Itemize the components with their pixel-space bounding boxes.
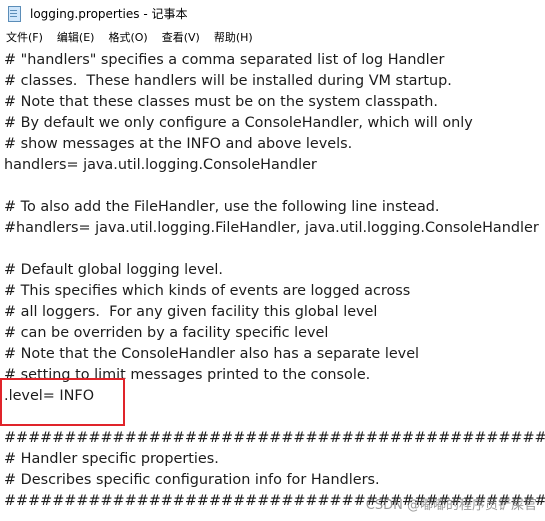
text-line: # "handlers" specifies a comma separated…	[4, 52, 445, 68]
menu-bar: 文件(F) 编辑(E) 格式(O) 查看(V) 帮助(H)	[0, 26, 545, 49]
text-line: # can be overriden by a facility specifi…	[4, 325, 329, 341]
watermark: CSDN @嘟嘟的程序员铲屎官	[365, 498, 537, 513]
text-line: # Handler specific properties.	[4, 451, 219, 467]
text-editor[interactable]: # "handlers" specifies a comma separated…	[0, 48, 545, 521]
text-line: # Describes specific configuration info …	[4, 472, 380, 488]
text-line: ########################################…	[4, 430, 545, 446]
text-line: # This specifies which kinds of events a…	[4, 283, 411, 299]
window-title: logging.properties - 记事本	[30, 6, 188, 21]
menu-file[interactable]: 文件(F)	[6, 29, 43, 45]
text-line: # Note that the ConsoleHandler also has …	[4, 346, 420, 362]
text-line: # setting to limit messages printed to t…	[4, 367, 371, 383]
text-line: # show messages at the INFO and above le…	[4, 136, 353, 152]
text-line: handlers= java.util.logging.ConsoleHandl…	[4, 157, 317, 173]
text-line: # By default we only configure a Console…	[4, 115, 473, 131]
menu-edit[interactable]: 编辑(E)	[57, 29, 95, 45]
menu-format[interactable]: 格式(O)	[108, 29, 147, 45]
text-line: # To also add the FileHandler, use the f…	[4, 199, 440, 215]
title-bar: logging.properties - 记事本	[0, 0, 545, 26]
menu-help[interactable]: 帮助(H)	[214, 29, 253, 45]
menu-view[interactable]: 查看(V)	[162, 29, 200, 45]
text-line: # all loggers. For any given facility th…	[4, 304, 378, 320]
text-line: # classes. These handlers will be instal…	[4, 73, 452, 89]
notepad-icon	[6, 5, 22, 22]
level-line: .level= INFO	[4, 388, 95, 404]
text-line: # Note that these classes must be on the…	[4, 94, 438, 110]
text-line: # Default global logging level.	[4, 262, 223, 278]
text-line: #handlers= java.util.logging.FileHandler…	[4, 220, 539, 236]
